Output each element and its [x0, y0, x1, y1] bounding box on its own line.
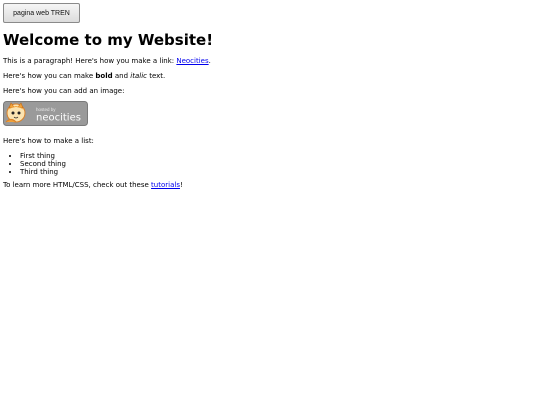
main-content: Welcome to my Website! This is a paragra…: [3, 30, 523, 190]
bold-text: bold: [95, 72, 113, 80]
paragraph-image-intro: Here's how you can add an image:: [3, 87, 125, 95]
page: pagina web TREN Welcome to my Website! T…: [0, 0, 540, 405]
paragraph-link-suffix: .: [208, 57, 211, 65]
formatting-suffix: text.: [146, 72, 166, 80]
hosted-by-neocities-badge[interactable]: hosted by neocities: [3, 101, 88, 126]
italic-text: italic: [130, 72, 147, 80]
example-list: First thing Second thing Third thing: [3, 152, 523, 176]
neocities-link[interactable]: Neocities: [176, 57, 208, 65]
list-item: First thing: [20, 152, 523, 160]
paragraph-formatting: Here's how you can make bold and italic …: [3, 72, 523, 81]
tutorials-link[interactable]: tutorials: [151, 181, 180, 189]
badge-brand-text: neocities: [36, 113, 81, 124]
page-title: Welcome to my Website!: [3, 31, 214, 49]
tutorials-suffix: !: [179, 181, 183, 189]
tutorials-text: To learn more HTML/CSS, check out these: [3, 181, 152, 189]
list-item: Third thing: [20, 168, 523, 176]
list-item: Second thing: [20, 160, 523, 168]
paragraph-link: This is a paragraph! Here's how you make…: [3, 57, 523, 66]
formatting-middle: and: [112, 72, 131, 80]
badge-small-text: hosted by: [36, 107, 56, 112]
paragraph-list-intro: Here's how to make a list:: [3, 137, 94, 145]
formatting-prefix: Here's how you can make: [3, 72, 96, 80]
paragraph-link-text: This is a paragraph! Here's how you make…: [3, 57, 177, 65]
paragraph-tutorials: To learn more HTML/CSS, check out these …: [3, 181, 523, 190]
pagina-web-tren-button[interactable]: pagina web TREN: [3, 3, 80, 23]
